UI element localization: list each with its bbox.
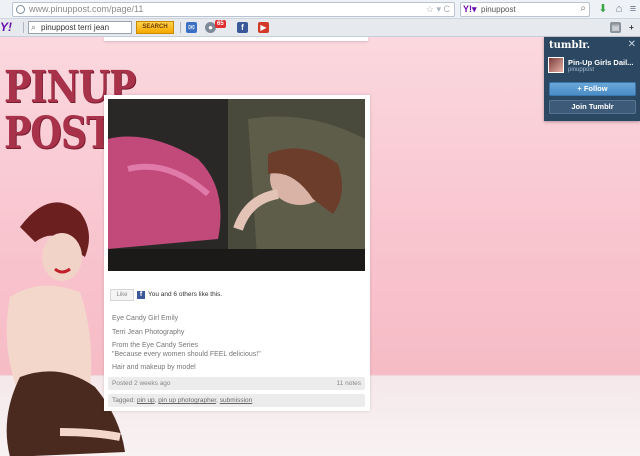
follow-button[interactable]: + Follow (549, 82, 636, 96)
yahoo-toolbar: Y! ⌕ pinuppost terri jean SEARCH ✉ ● 65 … (0, 19, 640, 37)
logo-line-2: POST (4, 108, 113, 159)
home-icon[interactable]: ⌂ (612, 2, 626, 16)
search-icon[interactable]: ⌕ (580, 3, 586, 14)
toolbar-search-value: pinuppost terri jean (41, 23, 110, 32)
avatar[interactable] (548, 57, 564, 73)
tumblr-logo[interactable]: tumblr. (549, 40, 590, 51)
like-button[interactable]: Like (110, 289, 134, 301)
url-text: www.pinuppost.com/page/11 (29, 4, 144, 14)
tags-prefix: Tagged: (112, 397, 136, 404)
tag-link[interactable]: submission (220, 397, 253, 404)
facebook-icon: f (137, 291, 145, 299)
blog-username: pinuppost (568, 67, 595, 73)
search-icon: ⌕ (31, 22, 37, 32)
bookmark-star-icon[interactable]: ☆ ▾ C (426, 4, 450, 15)
browser-address-bar: www.pinuppost.com/page/11 ☆ ▾ C Y!▾ pinu… (0, 0, 640, 19)
address-field[interactable]: www.pinuppost.com/page/11 ☆ ▾ C (12, 2, 455, 17)
tag-link[interactable]: pin up (137, 397, 155, 404)
caption-line: Hair and makeup by model (112, 364, 196, 371)
notification-count-badge: 65 (215, 20, 226, 28)
post-date-link[interactable]: Posted 2 weeks ago (112, 380, 171, 387)
toolbar-search-button[interactable]: SEARCH (136, 21, 174, 34)
add-icon[interactable]: + (626, 22, 637, 33)
toolbar-search-input[interactable]: ⌕ pinuppost terri jean (28, 21, 132, 34)
post-notes-link[interactable]: 11 notes (337, 380, 361, 387)
toolbar-options-icon[interactable]: ▤ (610, 22, 621, 33)
download-icon[interactable]: ⬇ (596, 2, 610, 16)
browser-search-box[interactable]: Y!▾ pinuppost ⌕ (460, 2, 590, 17)
facebook-icon[interactable]: f (237, 22, 248, 33)
tumblr-follow-widget: tumblr. ✕ Pin-Up Girls Dail... pinuppost… (544, 37, 640, 121)
mail-icon[interactable]: ✉ (186, 22, 197, 33)
site-logo[interactable]: PINUP POST (4, 62, 136, 159)
caption-line: Terri Jean Photography (112, 329, 185, 336)
like-count-text: You and 6 others like this. (148, 291, 223, 298)
caption-line: "Because every women should FEEL delicio… (112, 351, 261, 358)
close-icon[interactable]: ✕ (628, 39, 636, 50)
caption-line: Eye Candy Girl Emily (112, 315, 179, 322)
logo-line-1: PINUP (4, 62, 136, 113)
menu-icon[interactable]: ≡ (626, 2, 640, 16)
join-tumblr-button[interactable]: Join Tumblr (549, 100, 636, 114)
toolbar-divider (180, 22, 181, 33)
blog-name[interactable]: Pin-Up Girls Dail... (568, 58, 633, 67)
toolbar-divider (23, 22, 24, 33)
post-photo[interactable] (108, 99, 365, 271)
yahoo-logo-icon[interactable]: Y! (0, 20, 12, 34)
globe-icon (16, 5, 25, 14)
tag-link[interactable]: pin up photographer (158, 397, 216, 404)
tags-row: Tagged: pin up, pin up photographer, sub… (112, 397, 253, 404)
post-tags-bar: Tagged: pin up, pin up photographer, sub… (108, 394, 365, 407)
post-card: Like f You and 6 others like this. Eye C… (104, 95, 370, 411)
post-meta-bar: Posted 2 weeks ago 11 notes (108, 377, 365, 390)
browser-search-value: pinuppost (481, 5, 516, 14)
youtube-icon[interactable]: ▶ (258, 22, 269, 33)
yahoo-search-icon: Y!▾ (463, 4, 477, 14)
previous-post-edge (104, 37, 368, 41)
caption-line: From the Eye Candy Series (112, 342, 198, 349)
